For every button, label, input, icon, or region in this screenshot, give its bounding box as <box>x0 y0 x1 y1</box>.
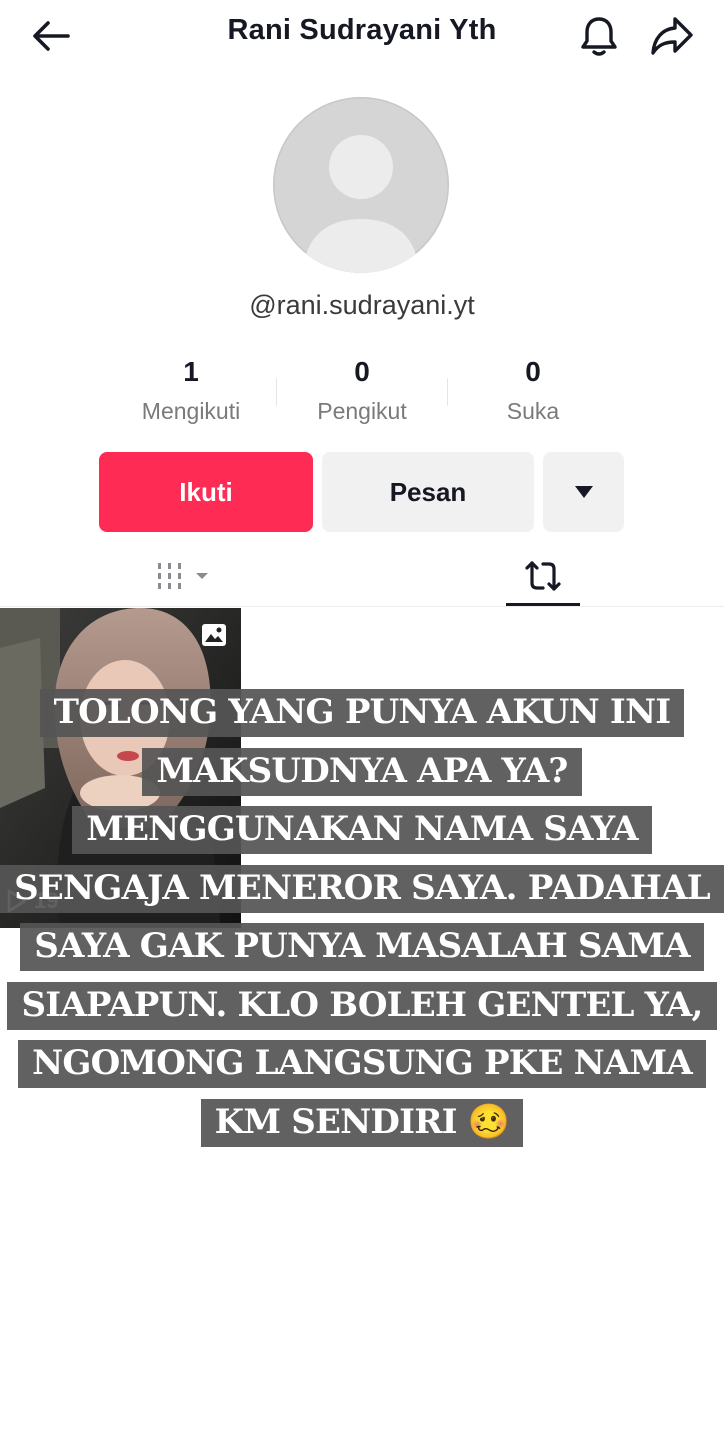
follow-button[interactable]: Ikuti <box>99 452 313 532</box>
stat-likes[interactable]: 0 Suka <box>463 356 603 425</box>
repost-icon <box>524 561 561 591</box>
stat-followers-count: 0 <box>354 356 370 387</box>
stat-following[interactable]: 1 Mengikuti <box>121 356 261 425</box>
overlay-caption: TOLONG YANG PUNYA AKUN INI MAKSUDNYA APA… <box>0 683 724 1151</box>
stat-followers-label: Pengikut <box>317 398 407 424</box>
video-grid-icon <box>158 563 208 589</box>
share-arrow-icon <box>651 17 693 55</box>
profile-handle: @rani.sudrayani.yt <box>249 290 475 320</box>
tab-videos[interactable] <box>150 546 220 606</box>
caption-line: NGOMONG LANGSUNG PKE NAMA <box>18 1040 706 1088</box>
stat-divider <box>447 378 448 406</box>
stat-divider <box>276 378 277 406</box>
bell-icon <box>581 17 617 56</box>
tab-divider <box>0 606 724 607</box>
caption-line: SAYA GAK PUNYA MASALAH SAMA <box>20 923 704 971</box>
stat-following-label: Mengikuti <box>141 398 241 424</box>
caption-line: SIAPAPUN. KLO BOLEH GENTEL YA, <box>7 981 717 1030</box>
share-button[interactable] <box>646 12 698 60</box>
stat-likes-label: Suka <box>506 398 560 424</box>
stat-likes-count: 0 <box>525 356 541 387</box>
stat-following-count: 1 <box>183 356 199 387</box>
caption-line: MAKSUDNYA APA YA? <box>142 747 582 796</box>
image-icon <box>202 624 226 646</box>
more-options-button[interactable] <box>543 452 624 532</box>
stat-followers[interactable]: 0 Pengikut <box>292 356 432 425</box>
tab-reposts[interactable] <box>505 546 580 606</box>
caption-line: MENGGUNAKAN NAMA SAYA <box>72 806 652 854</box>
message-button[interactable]: Pesan <box>322 452 534 532</box>
profile-avatar <box>273 97 449 273</box>
caption-line: KM SENDIRI 🥴 <box>200 1098 524 1147</box>
caption-line: SENGAJA MENEROR SAYA. PADAHAL <box>0 864 724 913</box>
top-bar: Rani Sudrayani Yth <box>0 0 724 72</box>
notification-button[interactable] <box>574 12 624 60</box>
default-avatar-icon <box>303 135 419 273</box>
caption-line: TOLONG YANG PUNYA AKUN INI <box>39 689 685 737</box>
caret-down-icon <box>574 486 593 498</box>
